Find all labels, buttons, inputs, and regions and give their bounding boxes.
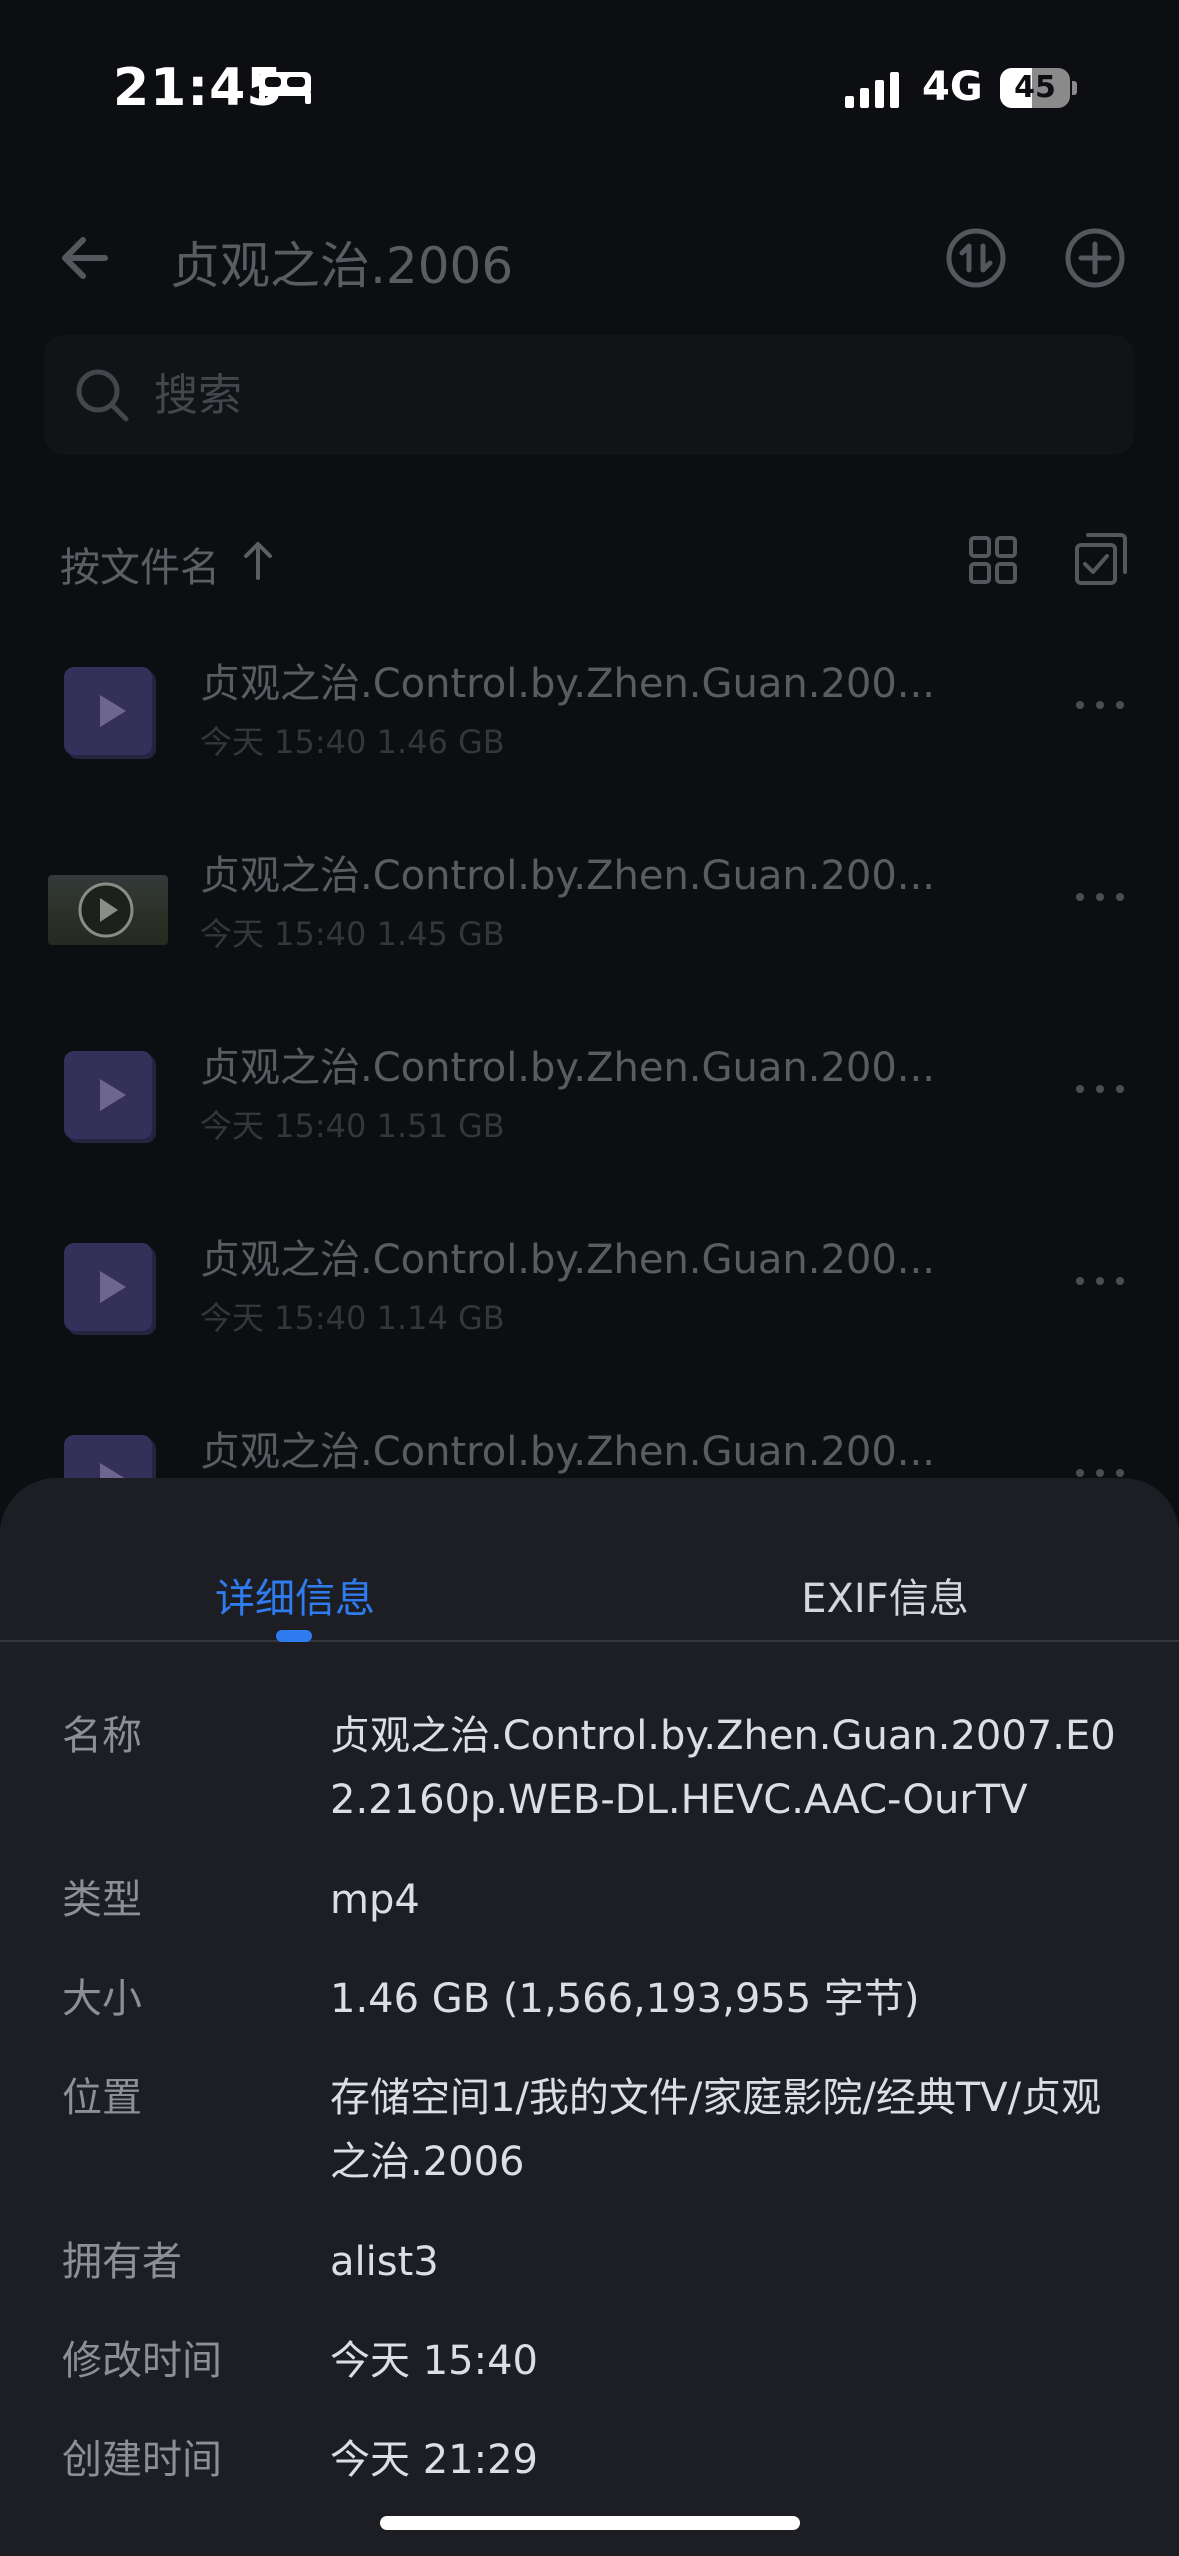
more-options-icon[interactable]: [1074, 1271, 1126, 1291]
file-name: 贞观之治.Control.by.Zhen.Guan.200...: [200, 1045, 935, 1091]
bed-icon: [259, 72, 311, 104]
battery-indicator: 45: [1000, 68, 1077, 108]
info-tabs: 详细信息 EXIF信息: [0, 1478, 1179, 1642]
file-meta: 今天 15:40 1.45 GB: [200, 915, 505, 953]
arrow-up-icon[interactable]: [240, 538, 276, 582]
folder-view: 贞观之治.2006 按文件名: [0, 160, 1179, 1527]
back-arrow-icon[interactable]: [55, 228, 115, 288]
info-value: mp4: [330, 1877, 420, 1923]
battery-level: 45: [1014, 70, 1056, 105]
info-label: 修改时间: [62, 2338, 222, 2384]
info-value: 今天 21:29: [330, 2437, 538, 2483]
info-value: 贞观之治.Control.by.Zhen.Guan.2007.E02.2160p…: [330, 1713, 1116, 1823]
tab-exif[interactable]: EXIF信息: [710, 1566, 1060, 1624]
more-options-icon[interactable]: [1074, 1079, 1126, 1099]
list-item[interactable]: 贞观之治.Control.by.Zhen.Guan.200... 今天 15:4…: [0, 999, 1179, 1191]
video-file-icon: [64, 1243, 156, 1335]
cellular-signal-icon: [845, 72, 899, 108]
info-value: alist3: [330, 2239, 439, 2285]
network-type: 4G: [922, 64, 983, 110]
file-name: 贞观之治.Control.by.Zhen.Guan.200...: [200, 1237, 935, 1283]
search-input[interactable]: [154, 357, 1054, 433]
tab-details[interactable]: 详细信息: [120, 1566, 470, 1624]
list-item[interactable]: 贞观之治.Control.by.Zhen.Guan.200... 今天 15:4…: [0, 615, 1179, 807]
screen: 21:45 4G 45 贞观之治.2006 搜索 按文件名 贞观之治.Contr…: [0, 0, 1179, 2556]
list-item[interactable]: 贞观之治.Control.by.Zhen.Guan.200... 今天 15:4…: [0, 1191, 1179, 1383]
multi-select-icon[interactable]: [1074, 532, 1128, 586]
file-name: 贞观之治.Control.by.Zhen.Guan.200...: [200, 661, 935, 707]
file-name: 贞观之治.Control.by.Zhen.Guan.200...: [200, 853, 935, 899]
list-item[interactable]: 贞观之治.Control.by.Zhen.Guan.200... 今天 15:4…: [0, 807, 1179, 999]
more-options-icon[interactable]: [1074, 695, 1126, 715]
file-meta: 今天 15:40 1.51 GB: [200, 1107, 505, 1145]
info-label: 拥有者: [62, 2239, 182, 2285]
file-name: 贞观之治.Control.by.Zhen.Guan.200...: [200, 1429, 935, 1475]
info-label: 名称: [62, 1713, 142, 1759]
transfer-icon[interactable]: [944, 226, 1008, 290]
video-thumbnail: [48, 875, 168, 945]
info-label: 大小: [62, 1976, 142, 2022]
info-value: 存储空间1/我的文件/家庭影院/经典TV/贞观之治.2006: [330, 2075, 1102, 2185]
more-options-icon[interactable]: [1074, 887, 1126, 907]
file-info-sheet: 详细信息 EXIF信息 名称 贞观之治.Control.by.Zhen.Guan…: [0, 1478, 1179, 2556]
info-label: 类型: [62, 1877, 142, 1923]
search-bar[interactable]: [44, 335, 1134, 455]
add-icon[interactable]: [1063, 226, 1127, 290]
video-file-icon: [64, 1051, 156, 1143]
play-circle-icon: [78, 882, 134, 938]
grid-view-icon[interactable]: [968, 535, 1018, 585]
home-indicator[interactable]: [380, 2516, 800, 2530]
page-title: 贞观之治.2006: [170, 237, 514, 295]
video-file-icon: [64, 667, 156, 759]
sort-by-name-label[interactable]: 按文件名: [60, 535, 220, 593]
info-label: 位置: [62, 2075, 142, 2121]
info-label: 创建时间: [62, 2437, 222, 2483]
file-meta: 今天 15:40 1.46 GB: [200, 723, 505, 761]
info-value: 1.46 GB (1,566,193,955 字节): [330, 1976, 920, 2022]
file-meta: 今天 15:40 1.14 GB: [200, 1299, 505, 1337]
info-value: 今天 15:40: [330, 2338, 538, 2384]
search-icon: [76, 369, 129, 422]
active-tab-indicator: [276, 1630, 312, 1642]
